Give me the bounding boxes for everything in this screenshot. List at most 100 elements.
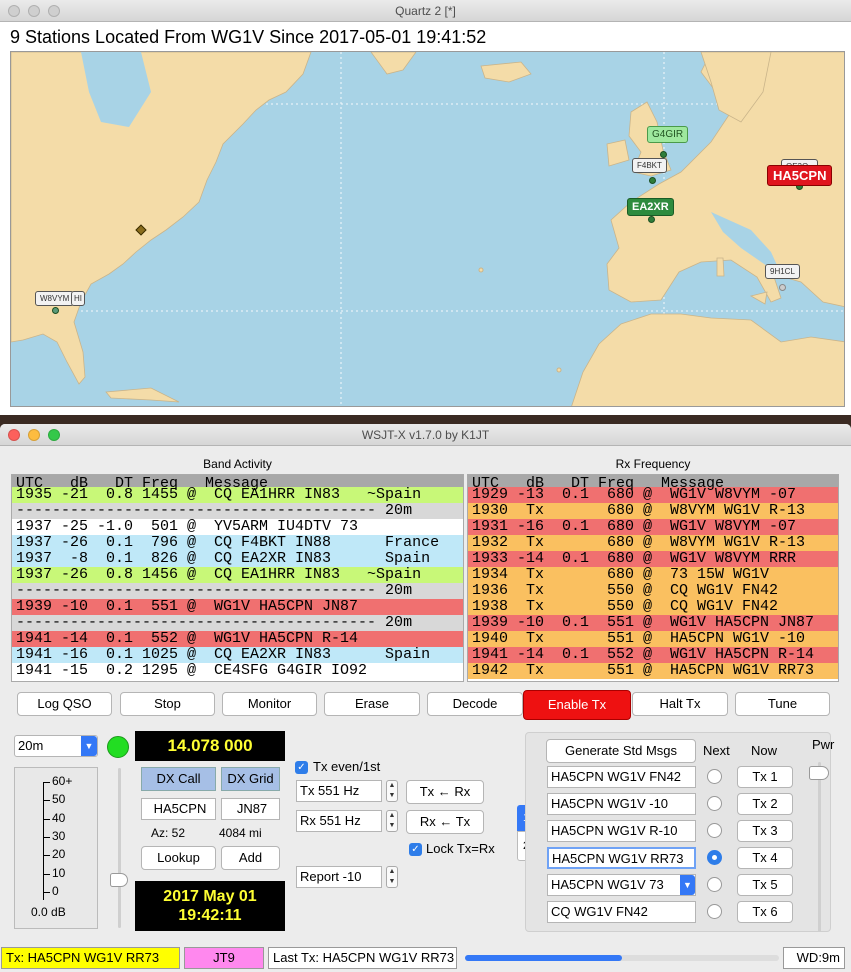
- rx-frequency-title: Rx Frequency: [615, 457, 691, 471]
- log-qso-button[interactable]: Log QSO: [17, 692, 112, 716]
- zoom-icon[interactable]: [48, 5, 60, 17]
- generate-std-msgs-button[interactable]: Generate Std Msgs: [546, 739, 696, 763]
- meter-tick-label: 40: [52, 810, 66, 825]
- band-activity-row[interactable]: 1937 -26 0.1 796 @ CQ F4BKT IN88 France: [12, 535, 463, 551]
- distance-label: 4084 mi: [219, 826, 262, 840]
- station-dot-g4gir[interactable]: [660, 151, 667, 158]
- band-activity-row[interactable]: 1937 -25 -1.0 501 @ YV5ARM IU4DTV 73: [12, 519, 463, 535]
- station-dot-ea2xr[interactable]: [648, 216, 655, 223]
- tx1-message-field[interactable]: HA5CPN WG1V FN42: [547, 766, 696, 788]
- tx-from-rx-button[interactable]: Tx ← Rx: [406, 780, 484, 804]
- tx2-now-button[interactable]: Tx 2: [737, 793, 793, 815]
- tx3-message-field[interactable]: HA5CPN WG1V R-10: [547, 820, 696, 842]
- dx-grid-field[interactable]: JN87: [221, 798, 280, 820]
- band-activity-row[interactable]: 1941 -14 0.1 552 @ WG1V HA5CPN R-14: [12, 631, 463, 647]
- tx3-next-radio[interactable]: [707, 823, 722, 838]
- rx-frequency-row[interactable]: 1938 Tx 550 @ CQ WG1V FN42: [468, 599, 838, 615]
- rx-from-tx-button[interactable]: Rx ← Tx: [406, 810, 484, 834]
- decode-button[interactable]: Decode: [427, 692, 523, 716]
- tx6-now-button[interactable]: Tx 6: [737, 901, 793, 923]
- tx-freq-field[interactable]: Tx 551 Hz: [296, 780, 382, 802]
- quartz-titlebar[interactable]: Quartz 2 [*]: [0, 0, 851, 22]
- tx6-message-field[interactable]: CQ WG1V FN42: [547, 901, 696, 923]
- band-activity-row[interactable]: 1941 -16 0.1 1025 @ CQ EA2XR IN83 Spain: [12, 647, 463, 663]
- rx-frequency-list[interactable]: UTC dB DT Freq Message 1929 -13 0.1 680 …: [467, 474, 839, 682]
- rx-frequency-row[interactable]: 1941 -14 0.1 552 @ WG1V HA5CPN R-14: [468, 647, 838, 663]
- band-activity-row[interactable]: ----------------------------------------…: [12, 583, 463, 599]
- tx5-next-radio[interactable]: [707, 877, 722, 892]
- tx5-now-button[interactable]: Tx 5: [737, 874, 793, 896]
- rx-frequency-row[interactable]: 1939 -10 0.1 551 @ WG1V HA5CPN JN87: [468, 615, 838, 631]
- erase-button[interactable]: Erase: [324, 692, 420, 716]
- station-label-w8vym-tail[interactable]: HI: [71, 291, 85, 306]
- tx-freq-stepper[interactable]: ▲ ▼: [386, 780, 398, 802]
- tx4-next-radio[interactable]: [707, 850, 722, 865]
- rx-frequency-row[interactable]: 1934 Tx 680 @ 73 15W WG1V: [468, 567, 838, 583]
- tx4-message-field[interactable]: HA5CPN WG1V RR73: [547, 847, 696, 869]
- wsjtx-titlebar[interactable]: WSJT-X v1.7.0 by K1JT: [0, 424, 851, 446]
- band-activity-row[interactable]: 1935 -21 0.8 1455 @ CQ EA1HRR IN83 ~Spai…: [12, 487, 463, 503]
- tx2-message-field[interactable]: HA5CPN WG1V -10: [547, 793, 696, 815]
- rx-frequency-row[interactable]: 1936 Tx 550 @ CQ WG1V FN42: [468, 583, 838, 599]
- halt-tx-button[interactable]: Halt Tx: [632, 692, 728, 716]
- dx-call-field[interactable]: HA5CPN: [141, 798, 216, 820]
- tx1-next-radio[interactable]: [707, 769, 722, 784]
- tx1-now-button[interactable]: Tx 1: [737, 766, 793, 788]
- band-activity-list[interactable]: UTC dB DT Freq Message 1935 -21 0.8 1455…: [11, 474, 464, 682]
- report-field[interactable]: Report -10: [296, 866, 382, 888]
- slider-track: [818, 762, 821, 932]
- station-label-9h1cl[interactable]: 9H1CL: [765, 264, 800, 279]
- rx-frequency-row[interactable]: 1931 -16 0.1 680 @ WG1V W8VYM -07: [468, 519, 838, 535]
- watchdog-status: WD:9m: [783, 947, 845, 969]
- rx-frequency-row[interactable]: 1930 Tx 680 @ W8VYM WG1V R-13: [468, 503, 838, 519]
- band-activity-row[interactable]: 1937 -8 0.1 826 @ CQ EA2XR IN83 Spain: [12, 551, 463, 567]
- rx-freq-field[interactable]: Rx 551 Hz: [296, 810, 382, 832]
- window-controls: [8, 429, 60, 441]
- close-icon[interactable]: [8, 429, 20, 441]
- tx3-now-button[interactable]: Tx 3: [737, 820, 793, 842]
- rx-freq-stepper[interactable]: ▲ ▼: [386, 810, 398, 832]
- band-activity-row[interactable]: ----------------------------------------…: [12, 503, 463, 519]
- azimuth-label: Az: 52: [151, 826, 186, 840]
- enable-tx-button[interactable]: Enable Tx: [523, 690, 631, 720]
- power-slider[interactable]: [808, 762, 830, 932]
- rx-frequency-row[interactable]: 1932 Tx 680 @ W8VYM WG1V R-13: [468, 535, 838, 551]
- station-dot-9h1cl[interactable]: [779, 284, 786, 291]
- minimize-icon[interactable]: [28, 5, 40, 17]
- station-label-ha5cpn[interactable]: HA5CPN: [767, 165, 833, 186]
- station-map[interactable]: G4GIR F4BKT EA2XR OE3O.. HA5CPN 9H1CL W8…: [10, 51, 845, 407]
- tx-even-checkbox[interactable]: ✓: [295, 761, 308, 774]
- band-activity-row[interactable]: ----------------------------------------…: [12, 615, 463, 631]
- band-activity-row[interactable]: 1941 -15 0.2 1295 @ CE4SFG G4GIR IO92: [12, 663, 463, 679]
- rx-frequency-row[interactable]: 1940 Tx 551 @ HA5CPN WG1V -10: [468, 631, 838, 647]
- tx2-next-radio[interactable]: [707, 796, 722, 811]
- rx-frequency-row[interactable]: 1933 -14 0.1 680 @ WG1V W8VYM RRR: [468, 551, 838, 567]
- input-level-slider[interactable]: [110, 768, 128, 928]
- band-activity-row[interactable]: 1937 -26 0.8 1456 @ CQ EA1HRR IN83 ~Spai…: [12, 567, 463, 583]
- stop-button[interactable]: Stop: [120, 692, 215, 716]
- slider-handle[interactable]: [809, 766, 829, 780]
- tx5-message-field[interactable]: HA5CPN WG1V 73: [547, 874, 696, 896]
- lookup-button[interactable]: Lookup: [141, 846, 216, 870]
- band-activity-row[interactable]: 1939 -10 0.1 551 @ WG1V HA5CPN JN87: [12, 599, 463, 615]
- station-dot-w8vym[interactable]: [52, 307, 59, 314]
- station-label-w8vym[interactable]: W8VYM: [35, 291, 75, 306]
- station-label-f4bkt[interactable]: F4BKT: [632, 158, 667, 173]
- tx6-next-radio[interactable]: [707, 904, 722, 919]
- tune-button[interactable]: Tune: [735, 692, 830, 716]
- rx-frequency-row[interactable]: 1942 Tx 551 @ HA5CPN WG1V RR73: [468, 663, 838, 679]
- slider-handle[interactable]: [110, 873, 128, 887]
- close-icon[interactable]: [8, 5, 20, 17]
- zoom-icon[interactable]: [48, 429, 60, 441]
- band-select[interactable]: 20m ▼: [14, 735, 98, 757]
- monitor-button[interactable]: Monitor: [222, 692, 317, 716]
- lock-tx-rx-checkbox[interactable]: ✓: [409, 843, 422, 856]
- station-dot-f4bkt[interactable]: [649, 177, 656, 184]
- rx-frequency-row[interactable]: 1929 -13 0.1 680 @ WG1V W8VYM -07: [468, 487, 838, 503]
- add-button[interactable]: Add: [221, 846, 280, 870]
- station-label-ea2xr[interactable]: EA2XR: [627, 198, 674, 216]
- report-stepper[interactable]: ▲ ▼: [386, 866, 398, 888]
- minimize-icon[interactable]: [28, 429, 40, 441]
- tx4-now-button[interactable]: Tx 4: [737, 847, 793, 869]
- station-label-g4gir[interactable]: G4GIR: [647, 126, 689, 143]
